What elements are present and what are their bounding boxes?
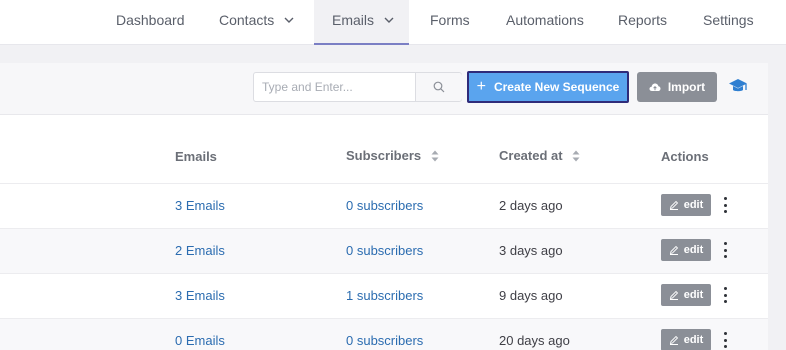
search-icon — [433, 81, 445, 93]
column-header-subscribers-label: Subscribers — [346, 148, 422, 163]
emails-count-link[interactable]: 3 Emails — [175, 274, 225, 318]
created-at-value: 9 days ago — [499, 288, 563, 303]
column-header-created-at-label: Created at — [499, 148, 563, 163]
nav-emails[interactable]: Emails — [314, 0, 409, 45]
nav-automations[interactable]: Automations — [506, 0, 584, 45]
edit-button[interactable]: edit — [661, 329, 711, 350]
search-input[interactable] — [254, 73, 414, 101]
edit-button[interactable]: edit — [661, 284, 711, 306]
top-navigation: Dashboard Contacts Emails Forms Automati… — [0, 0, 786, 45]
created-at-value: 3 days ago — [499, 243, 563, 258]
nav-emails-label: Emails — [332, 12, 375, 28]
table-row: 0 Emails 0 subscribers 20 days ago edit — [0, 318, 768, 350]
table-row: 3 Emails 0 subscribers 2 days ago edit — [0, 183, 768, 228]
pencil-icon — [669, 245, 678, 255]
emails-count-link[interactable]: 3 Emails — [175, 184, 225, 228]
column-header-actions-label: Actions — [661, 149, 709, 164]
table-row: 3 Emails 1 subscribers 9 days ago edit — [0, 273, 768, 318]
emails-count-link[interactable]: 0 Emails — [175, 319, 225, 350]
pencil-icon — [669, 200, 678, 210]
edit-button-label: edit — [683, 289, 704, 301]
plus-icon: + — [476, 78, 486, 95]
pencil-icon — [669, 290, 678, 300]
import-button-label: Import — [667, 80, 706, 94]
created-at-value: 2 days ago — [499, 198, 563, 213]
nav-forms[interactable]: Forms — [430, 0, 470, 45]
edit-button[interactable]: edit — [661, 239, 711, 261]
edit-button[interactable]: edit — [661, 194, 711, 216]
nav-dashboard[interactable]: Dashboard — [116, 0, 185, 45]
nav-dashboard-label: Dashboard — [116, 12, 185, 28]
table-row: 2 Emails 0 subscribers 3 days ago edit — [0, 228, 768, 273]
edit-button-label: edit — [683, 244, 704, 256]
subscribers-link[interactable]: 0 subscribers — [346, 229, 423, 273]
create-new-sequence-button[interactable]: + Create New Sequence — [467, 71, 629, 103]
nav-reports-label: Reports — [618, 12, 668, 28]
column-header-emails: Emails — [175, 147, 217, 167]
nav-automations-label: Automations — [506, 12, 584, 28]
edit-button-label: edit — [683, 334, 704, 346]
column-header-emails-label: Emails — [175, 149, 217, 164]
edit-button-label: edit — [683, 199, 704, 211]
column-header-created-at[interactable]: Created at — [499, 146, 580, 166]
sort-icon[interactable] — [431, 150, 439, 162]
more-options-icon[interactable] — [720, 196, 730, 214]
nav-settings-label: Settings — [703, 12, 754, 28]
pencil-icon — [669, 335, 678, 345]
nav-forms-label: Forms — [430, 12, 470, 28]
search-button[interactable] — [415, 73, 462, 101]
chevron-down-icon — [284, 17, 294, 24]
nav-contacts-label: Contacts — [219, 12, 275, 28]
subscribers-link[interactable]: 0 subscribers — [346, 184, 423, 228]
chevron-down-icon — [384, 17, 394, 24]
column-header-actions: Actions — [661, 147, 709, 167]
create-button-label: Create New Sequence — [493, 80, 620, 94]
nav-settings[interactable]: Settings — [703, 0, 754, 45]
search-box — [253, 72, 462, 102]
subscribers-link[interactable]: 1 subscribers — [346, 274, 423, 318]
more-options-icon[interactable] — [720, 286, 730, 304]
emails-count-link[interactable]: 2 Emails — [175, 229, 225, 273]
graduation-cap-icon[interactable] — [728, 77, 748, 95]
sequences-toolbar: + Create New Sequence Import — [0, 63, 768, 115]
created-at-value: 20 days ago — [499, 333, 570, 348]
more-options-icon[interactable] — [720, 241, 730, 259]
import-button[interactable]: Import — [637, 72, 717, 102]
nav-reports[interactable]: Reports — [618, 0, 667, 45]
more-options-icon[interactable] — [720, 331, 730, 349]
cloud-upload-icon — [649, 83, 661, 91]
subscribers-link[interactable]: 0 subscribers — [346, 319, 423, 350]
column-header-subscribers[interactable]: Subscribers — [346, 146, 439, 166]
sort-icon[interactable] — [572, 150, 580, 162]
nav-contacts[interactable]: Contacts — [219, 0, 294, 45]
